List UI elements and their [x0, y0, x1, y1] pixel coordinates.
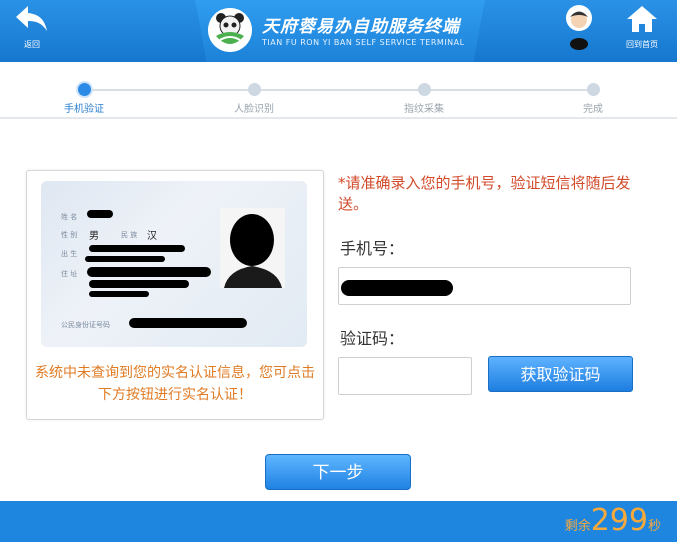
back-arrow-icon — [16, 6, 47, 31]
phone-input[interactable] — [338, 267, 631, 305]
redaction-mark — [129, 318, 247, 328]
id-name-label: 姓 名 — [61, 213, 78, 221]
step-dot-done — [587, 83, 600, 96]
back-button[interactable]: 返回 — [14, 4, 50, 50]
app-title: 天府蓉易办自助服务终端 — [262, 17, 460, 37]
redaction-mark — [89, 245, 185, 252]
code-input[interactable] — [338, 357, 472, 395]
steps-track — [90, 89, 592, 91]
realname-warning-text: 系统中未查询到您的实名认证信息，您可点击下方按钮进行实名认证！ — [35, 365, 315, 403]
redaction-mark — [89, 291, 149, 297]
redaction-mark — [87, 210, 113, 218]
phone-redaction-mark — [341, 280, 453, 296]
user-avatar-icon[interactable] — [561, 4, 597, 52]
next-step-button[interactable]: 下一步 — [265, 454, 411, 490]
redaction-mark — [89, 280, 189, 288]
redaction-mark — [85, 256, 165, 262]
id-ethnicity-value: 汉 — [147, 231, 157, 242]
code-label: 验证码： — [340, 329, 405, 348]
phone-notice-text: *请准确录入您的手机号，验证短信将随后发送。 — [338, 174, 631, 213]
id-number-label: 公民身份证号码 — [61, 321, 110, 329]
step-dot-phone — [78, 83, 91, 96]
countdown-timer: 剩余299秒 — [565, 503, 661, 538]
id-photo — [220, 208, 285, 288]
step-label-face: 人脸识别 — [234, 104, 274, 115]
step-dot-face — [248, 83, 261, 96]
get-code-button[interactable]: 获取验证码 — [488, 356, 633, 392]
step-label-done: 完成 — [583, 104, 603, 115]
home-label: 回到首页 — [626, 40, 658, 49]
timer-value: 299 — [590, 503, 648, 538]
step-label-fingerprint: 指纹采集 — [404, 104, 444, 115]
step-label-phone: 手机验证 — [64, 104, 104, 115]
steps-divider — [0, 117, 677, 119]
home-button[interactable]: 回到首页 — [620, 4, 664, 50]
home-icon — [627, 6, 657, 32]
id-ethnicity-label: 民 族 — [121, 231, 138, 239]
id-gender-value: 男 — [89, 231, 99, 242]
redaction-mark — [87, 267, 211, 277]
phone-label: 手机号： — [340, 239, 405, 258]
footer-bar: 剩余299秒 — [0, 501, 677, 542]
timer-prefix: 剩余 — [564, 519, 591, 534]
back-label: 返回 — [24, 40, 40, 49]
step-dot-fingerprint — [418, 83, 431, 96]
panda-logo-icon — [208, 8, 252, 52]
id-address-label: 住 址 — [61, 270, 78, 278]
id-birth-label: 出 生 — [61, 250, 78, 258]
app-subtitle: TIAN FU RON YI BAN SELF SERVICE TERMINAL — [262, 38, 465, 47]
timer-suffix: 秒 — [647, 519, 661, 534]
id-gender-label: 性 别 — [61, 231, 78, 239]
